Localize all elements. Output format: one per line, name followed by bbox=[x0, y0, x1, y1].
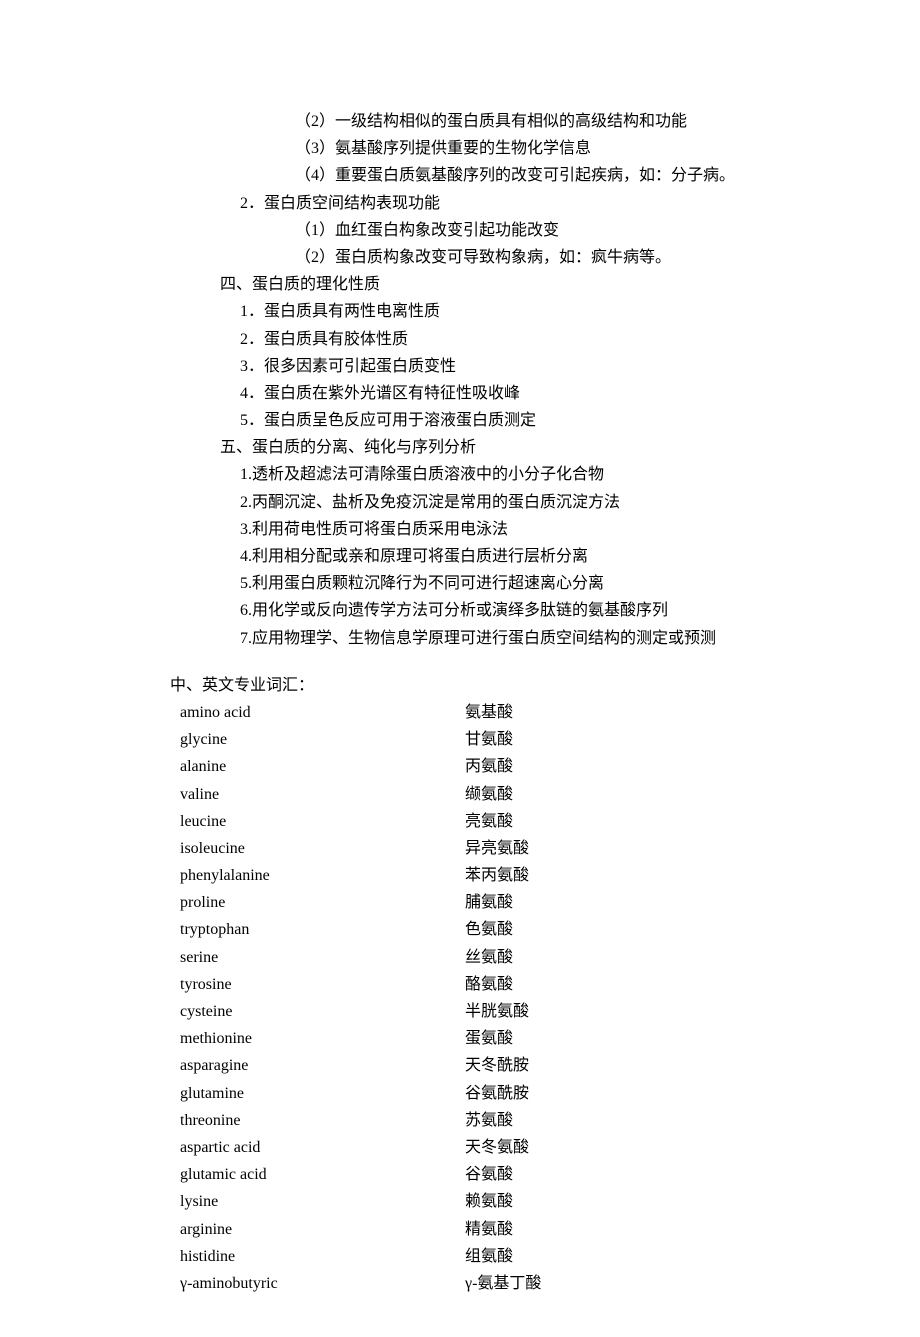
vocab-english: tyrosine bbox=[180, 971, 465, 998]
vocab-row: methionine蛋氨酸 bbox=[170, 1025, 810, 1052]
vocab-chinese: 丙氨酸 bbox=[465, 753, 513, 780]
outline-item: （2）蛋白质构象改变可导致构象病，如：疯牛病等。 bbox=[170, 244, 810, 271]
vocab-chinese: 丝氨酸 bbox=[465, 944, 513, 971]
vocab-chinese: 色氨酸 bbox=[465, 916, 513, 943]
vocab-row: cysteine半胱氨酸 bbox=[170, 998, 810, 1025]
vocab-chinese: 甘氨酸 bbox=[465, 726, 513, 753]
vocab-chinese: 氨基酸 bbox=[465, 699, 513, 726]
outline-item: 2.丙酮沉淀、盐析及免疫沉淀是常用的蛋白质沉淀方法 bbox=[170, 489, 810, 516]
vocab-row: aspartic acid天冬氨酸 bbox=[170, 1134, 810, 1161]
vocab-english: tryptophan bbox=[180, 916, 465, 943]
vocab-chinese: 赖氨酸 bbox=[465, 1188, 513, 1215]
outline-item: （1）血红蛋白构象改变引起功能改变 bbox=[170, 217, 810, 244]
document-body: （2）一级结构相似的蛋白质具有相似的高级结构和功能 （3）氨基酸序列提供重要的生… bbox=[170, 108, 810, 1297]
vocab-chinese: 缬氨酸 bbox=[465, 781, 513, 808]
outline-section-title: 五、蛋白质的分离、纯化与序列分析 bbox=[170, 434, 810, 461]
vocab-english: aspartic acid bbox=[180, 1134, 465, 1161]
vocab-row: leucine亮氨酸 bbox=[170, 808, 810, 835]
vocab-row: valine缬氨酸 bbox=[170, 781, 810, 808]
vocab-english: proline bbox=[180, 889, 465, 916]
vocab-english: valine bbox=[180, 781, 465, 808]
vocab-row: histidine组氨酸 bbox=[170, 1243, 810, 1270]
vocab-row: alanine丙氨酸 bbox=[170, 753, 810, 780]
outline-item: （4）重要蛋白质氨基酸序列的改变可引起疾病，如：分子病。 bbox=[170, 162, 810, 189]
vocab-chinese: 脯氨酸 bbox=[465, 889, 513, 916]
vocab-chinese: 酪氨酸 bbox=[465, 971, 513, 998]
outline-item: 7.应用物理学、生物信息学原理可进行蛋白质空间结构的测定或预测 bbox=[170, 625, 810, 652]
vocab-row: threonine苏氨酸 bbox=[170, 1107, 810, 1134]
vocab-row: glycine甘氨酸 bbox=[170, 726, 810, 753]
vocab-chinese: γ-氨基丁酸 bbox=[465, 1270, 541, 1297]
vocab-chinese: 天冬氨酸 bbox=[465, 1134, 529, 1161]
outline-item: 5.利用蛋白质颗粒沉降行为不同可进行超速离心分离 bbox=[170, 570, 810, 597]
outline-section-title: 四、蛋白质的理化性质 bbox=[170, 271, 810, 298]
vocab-row: γ-aminobutyricγ-氨基丁酸 bbox=[170, 1270, 810, 1297]
vocab-chinese: 亮氨酸 bbox=[465, 808, 513, 835]
vocab-english: amino acid bbox=[180, 699, 465, 726]
vocab-english: methionine bbox=[180, 1025, 465, 1052]
vocab-english: glutamine bbox=[180, 1080, 465, 1107]
vocab-chinese: 苯丙氨酸 bbox=[465, 862, 529, 889]
vocab-row: arginine精氨酸 bbox=[170, 1216, 810, 1243]
vocab-row: tyrosine酪氨酸 bbox=[170, 971, 810, 998]
vocab-english: glutamic acid bbox=[180, 1161, 465, 1188]
vocab-english: serine bbox=[180, 944, 465, 971]
vocab-english: cysteine bbox=[180, 998, 465, 1025]
vocab-chinese: 半胱氨酸 bbox=[465, 998, 529, 1025]
vocab-row: serine丝氨酸 bbox=[170, 944, 810, 971]
vocab-row: lysine赖氨酸 bbox=[170, 1188, 810, 1215]
vocab-chinese: 谷氨酸 bbox=[465, 1161, 513, 1188]
vocab-chinese: 异亮氨酸 bbox=[465, 835, 529, 862]
outline-item: 1.透析及超滤法可清除蛋白质溶液中的小分子化合物 bbox=[170, 461, 810, 488]
vocab-english: threonine bbox=[180, 1107, 465, 1134]
vocab-english: alanine bbox=[180, 753, 465, 780]
vocab-row: glutamine谷氨酰胺 bbox=[170, 1080, 810, 1107]
vocab-table: amino acid氨基酸glycine甘氨酸alanine丙氨酸valine缬… bbox=[170, 699, 810, 1297]
vocab-english: glycine bbox=[180, 726, 465, 753]
vocab-row: glutamic acid谷氨酸 bbox=[170, 1161, 810, 1188]
outline-item: 3.利用荷电性质可将蛋白质采用电泳法 bbox=[170, 516, 810, 543]
outline-item: 4．蛋白质在紫外光谱区有特征性吸收峰 bbox=[170, 380, 810, 407]
vocab-heading: 中、英文专业词汇： bbox=[170, 672, 810, 699]
vocab-row: amino acid氨基酸 bbox=[170, 699, 810, 726]
outline-item: （3）氨基酸序列提供重要的生物化学信息 bbox=[170, 135, 810, 162]
vocab-chinese: 谷氨酰胺 bbox=[465, 1080, 529, 1107]
vocab-row: asparagine天冬酰胺 bbox=[170, 1052, 810, 1079]
outline-item: （2）一级结构相似的蛋白质具有相似的高级结构和功能 bbox=[170, 108, 810, 135]
outline-item: 2．蛋白质具有胶体性质 bbox=[170, 326, 810, 353]
vocab-chinese: 天冬酰胺 bbox=[465, 1052, 529, 1079]
outline-item: 3．很多因素可引起蛋白质变性 bbox=[170, 353, 810, 380]
outline-item: 4.利用相分配或亲和原理可将蛋白质进行层析分离 bbox=[170, 543, 810, 570]
vocab-chinese: 组氨酸 bbox=[465, 1243, 513, 1270]
vocab-chinese: 苏氨酸 bbox=[465, 1107, 513, 1134]
vocab-english: leucine bbox=[180, 808, 465, 835]
vocab-english: phenylalanine bbox=[180, 862, 465, 889]
vocab-row: phenylalanine苯丙氨酸 bbox=[170, 862, 810, 889]
vocab-english: arginine bbox=[180, 1216, 465, 1243]
vocab-english: isoleucine bbox=[180, 835, 465, 862]
vocab-row: isoleucine异亮氨酸 bbox=[170, 835, 810, 862]
outline-item: 6.用化学或反向遗传学方法可分析或演绎多肽链的氨基酸序列 bbox=[170, 597, 810, 624]
outline-item: 1．蛋白质具有两性电离性质 bbox=[170, 298, 810, 325]
vocab-english: lysine bbox=[180, 1188, 465, 1215]
vocab-row: proline脯氨酸 bbox=[170, 889, 810, 916]
vocab-english: histidine bbox=[180, 1243, 465, 1270]
outline-subsection-title: 2．蛋白质空间结构表现功能 bbox=[170, 190, 810, 217]
vocab-english: asparagine bbox=[180, 1052, 465, 1079]
vocab-english: γ-aminobutyric bbox=[180, 1270, 465, 1297]
vocab-chinese: 精氨酸 bbox=[465, 1216, 513, 1243]
vocab-row: tryptophan色氨酸 bbox=[170, 916, 810, 943]
outline-item: 5．蛋白质呈色反应可用于溶液蛋白质测定 bbox=[170, 407, 810, 434]
vocab-chinese: 蛋氨酸 bbox=[465, 1025, 513, 1052]
